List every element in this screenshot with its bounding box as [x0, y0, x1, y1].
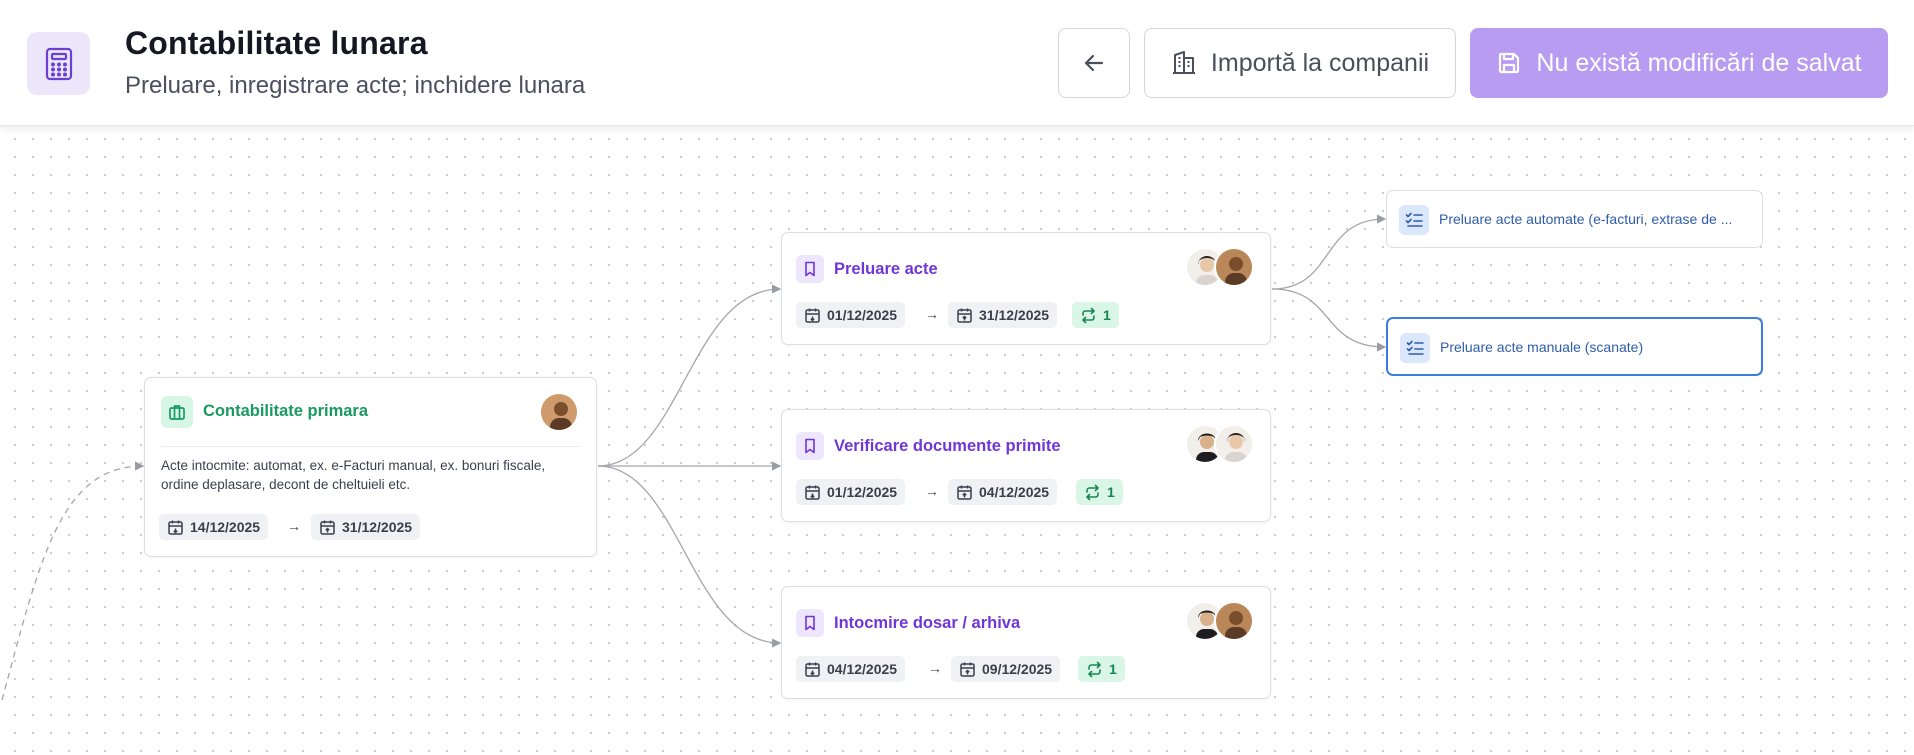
- checklist-icon: [1400, 333, 1430, 363]
- bookmark-icon: [796, 432, 824, 460]
- start-date-chip: 14/12/2025: [159, 514, 269, 540]
- start-date-chip: 01/12/2025: [796, 302, 906, 328]
- edge-preluare-check2: [1271, 288, 1387, 352]
- repeat-icon: [1088, 661, 1101, 677]
- node-divider: [161, 446, 580, 447]
- building-icon: [1172, 51, 1195, 74]
- avatar: [539, 392, 579, 432]
- edge-primary-dosar: [597, 465, 782, 648]
- bookmark-icon: [796, 255, 824, 283]
- date-arrow: →: [928, 660, 942, 676]
- calendar-out-icon: [957, 485, 972, 500]
- node-preluare-acte[interactable]: Preluare acte 01/12/2025 → 31/12/2025 1: [781, 232, 1271, 345]
- end-date-chip: 31/12/2025: [948, 302, 1058, 328]
- calendar-in-icon: [805, 485, 820, 500]
- import-button-label: Importă la companii: [1210, 48, 1430, 77]
- node-title: Contabilitate primara: [203, 402, 369, 420]
- checklist-node-manuale[interactable]: Preluare acte manuale (scanate): [1386, 317, 1763, 376]
- start-date-chip: 04/12/2025: [796, 656, 906, 682]
- avatar: [1214, 424, 1254, 464]
- avatar: [1214, 601, 1254, 641]
- end-date-chip: 04/12/2025: [948, 479, 1058, 505]
- calendar-out-icon: [960, 662, 975, 677]
- save-button[interactable]: Nu există modificări de salvat: [1470, 28, 1888, 98]
- repeat-icon: [1086, 484, 1099, 500]
- avatar: [1214, 247, 1254, 287]
- repeat-icon: [1082, 307, 1095, 323]
- back-button[interactable]: [1058, 28, 1130, 98]
- checklist-label: Preluare acte manuale (scanate): [1440, 339, 1644, 355]
- node-verificare-documente[interactable]: Verificare documente primite 01/12/2025 …: [781, 409, 1271, 522]
- node-intocmire-dosar[interactable]: Intocmire dosar / arhiva 04/12/2025 → 09…: [781, 586, 1271, 699]
- checklist-icon: [1399, 205, 1429, 235]
- calculator-icon: [27, 32, 90, 95]
- node-contabilitate-primara[interactable]: Contabilitate primara Acte intocmite: au…: [144, 377, 597, 557]
- repeat-count-chip: 1: [1076, 479, 1123, 505]
- node-description: Acte intocmite: automat, ex. e-Facturi m…: [161, 458, 546, 492]
- calendar-in-icon: [805, 308, 820, 323]
- node-title: Preluare acte: [834, 260, 938, 278]
- repeat-count-chip: 1: [1078, 656, 1125, 682]
- page-header: Contabilitate lunara Preluare, inregistr…: [0, 0, 1914, 126]
- date-arrow: →: [287, 518, 301, 534]
- checklist-label: Preluare acte automate (e-facturi, extra…: [1439, 211, 1733, 227]
- edge-preluare-check1: [1271, 214, 1387, 290]
- calendar-out-icon: [957, 308, 972, 323]
- page-subtitle: Preluare, inregistrare acte; inchidere l…: [125, 72, 586, 99]
- page-title: Contabilitate lunara: [125, 25, 428, 61]
- repeat-count-chip: 1: [1072, 302, 1119, 328]
- edge-entry: [1, 461, 145, 701]
- save-button-label: Nu există modificări de salvat: [1536, 48, 1862, 77]
- end-date-chip: 31/12/2025: [311, 514, 421, 540]
- node-title: Intocmire dosar / arhiva: [834, 614, 1021, 632]
- import-to-companies-button[interactable]: Importă la companii: [1144, 28, 1456, 98]
- date-arrow: →: [925, 306, 939, 322]
- date-arrow: →: [925, 483, 939, 499]
- calendar-out-icon: [320, 520, 335, 535]
- node-title: Verificare documente primite: [834, 437, 1061, 455]
- checklist-node-automate[interactable]: Preluare acte automate (e-facturi, extra…: [1386, 190, 1763, 248]
- end-date-chip: 09/12/2025: [951, 656, 1061, 682]
- bookmark-icon: [796, 609, 824, 637]
- calendar-in-icon: [168, 520, 183, 535]
- start-date-chip: 01/12/2025: [796, 479, 906, 505]
- arrow-left-icon: [1084, 54, 1104, 72]
- edge-primary-preluare: [597, 284, 782, 467]
- calendar-in-icon: [805, 662, 820, 677]
- briefcase-icon: [161, 396, 193, 428]
- save-icon: [1499, 52, 1520, 74]
